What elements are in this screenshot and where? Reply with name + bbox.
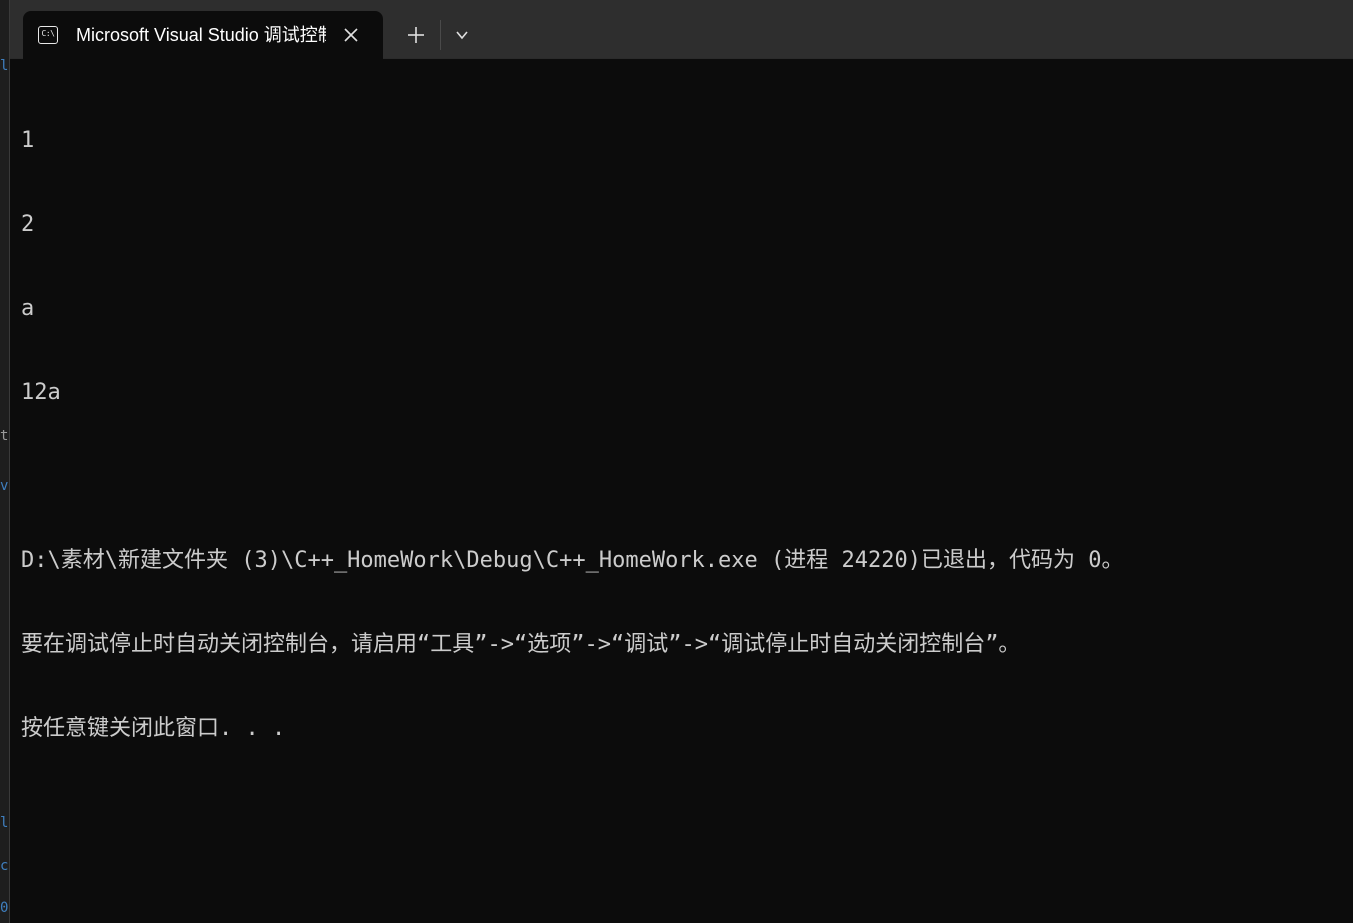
console-line: D:\素材\新建文件夹 (3)\C++_HomeWork\Debug\C++_H…	[21, 548, 1124, 573]
console-line: a	[21, 296, 35, 321]
console-output: 1 2 a 12a D:\素材\新建文件夹 (3)\C++_HomeWork\D…	[21, 71, 1341, 799]
background-ide-edge: l t v l c 0	[0, 0, 10, 923]
terminal-window: l t v l c 0 C:\ Microsoft Visual Studio …	[0, 0, 1353, 923]
console-line: 12a	[21, 380, 61, 405]
chevron-down-icon[interactable]	[450, 22, 474, 48]
console-line: 要在调试停止时自动关闭控制台，请启用“工具”->“选项”->“调试”->“调试停…	[21, 632, 1021, 657]
console-line: 2	[21, 212, 35, 237]
terminal-icon: C:\	[38, 26, 58, 44]
console-line: 1	[21, 128, 35, 153]
toolbar-divider	[440, 20, 441, 50]
close-icon[interactable]	[341, 25, 361, 45]
title-bar: C:\ Microsoft Visual Studio 调试控制台	[0, 0, 1353, 59]
console-output-area[interactable]: 1 2 a 12a D:\素材\新建文件夹 (3)\C++_HomeWork\D…	[9, 59, 1353, 923]
console-line: 按任意键关闭此窗口. . .	[21, 716, 286, 741]
plus-icon[interactable]	[403, 22, 429, 48]
tab-title: Microsoft Visual Studio 调试控制台	[76, 25, 326, 45]
tab-debug-console[interactable]: C:\ Microsoft Visual Studio 调试控制台	[23, 11, 383, 59]
